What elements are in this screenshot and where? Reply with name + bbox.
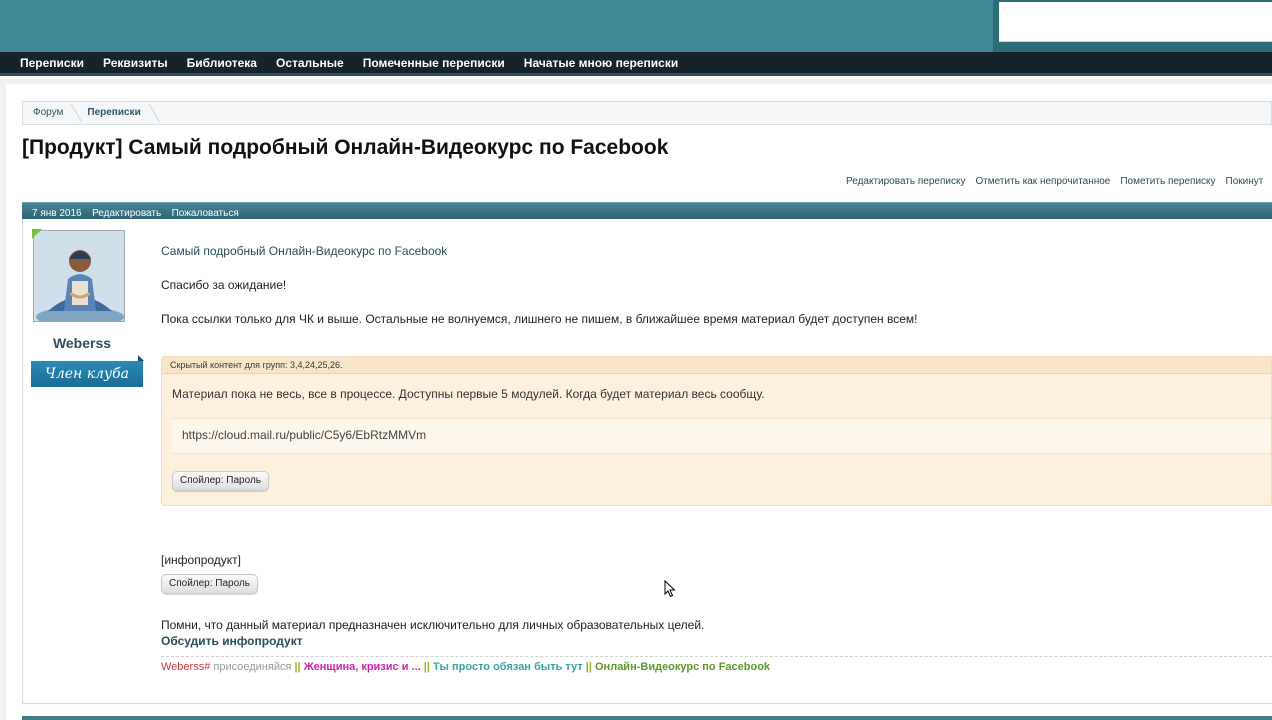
- main-nav: Переписки Реквизиты Библиотека Остальные…: [0, 52, 1272, 76]
- avatar[interactable]: [33, 230, 125, 322]
- header-search-area: [999, 2, 1272, 42]
- online-indicator: [32, 229, 42, 239]
- signature-link-3[interactable]: Онлайн-Видеокурс по Facebook: [595, 661, 770, 673]
- breadcrumb: Форум Переписки: [22, 101, 1272, 125]
- tag-infoproduct: [инфопродукт]: [161, 553, 242, 567]
- nav-item-library[interactable]: Библиотека: [187, 56, 257, 70]
- leave-conversation-link[interactable]: Покинут: [1226, 176, 1264, 187]
- next-post-header: [22, 716, 1272, 720]
- signature-link-1[interactable]: Женщина, кризис и ...: [304, 661, 421, 673]
- nav-item-conversations[interactable]: Переписки: [20, 56, 84, 70]
- signature-link-2[interactable]: Ты просто обязан быть тут: [433, 661, 583, 673]
- post-header: 7 янв 2016 Редактировать Пожаловаться: [22, 202, 1272, 219]
- spoiler-password-button[interactable]: Спойлер: Пароль: [172, 471, 269, 491]
- hidden-content-text: Материал пока не весь, все в процессе. Д…: [172, 387, 765, 401]
- edit-conversation-link[interactable]: Редактировать переписку: [846, 176, 965, 187]
- post-edit-link[interactable]: Редактировать: [92, 208, 161, 219]
- post-author: Weberss Член клуба: [24, 224, 144, 394]
- disclaimer-text: Помни, что данный материал предназначен …: [161, 618, 705, 632]
- signature-separator: ||: [423, 661, 430, 673]
- cloud-link[interactable]: https://cloud.mail.ru/public/C5y6/EbRtzM…: [182, 428, 426, 442]
- post-report-link[interactable]: Пожаловаться: [172, 208, 239, 219]
- discuss-infoproduct-link[interactable]: Обсудить инфопродукт: [161, 634, 303, 648]
- nav-item-requisites[interactable]: Реквизиты: [103, 56, 168, 70]
- mouse-cursor-icon: [664, 580, 676, 598]
- breadcrumb-forum[interactable]: Форум: [23, 102, 77, 124]
- thread-actions: Редактировать переписку Отметить как неп…: [846, 176, 1263, 187]
- post-line-info: Пока ссылки только для ЧК и выше. Осталь…: [161, 312, 918, 326]
- star-conversation-link[interactable]: Пометить переписку: [1120, 176, 1215, 187]
- nav-item-other[interactable]: Остальные: [276, 56, 344, 70]
- post-date[interactable]: 7 янв 2016: [32, 208, 82, 219]
- author-username[interactable]: Weberss: [24, 335, 140, 351]
- header-right-panel: [993, 0, 1272, 52]
- site-banner: [0, 0, 993, 52]
- page-title: [Продукт] Самый подробный Онлайн-Видеоку…: [22, 136, 669, 159]
- hidden-content-header: Скрытый контент для групп: 3,4,24,25,26.: [162, 357, 1271, 374]
- nav-item-started-by-me[interactable]: Начатые мною переписки: [524, 56, 678, 70]
- breadcrumb-conversations[interactable]: Переписки: [77, 102, 154, 124]
- post-title: Самый подробный Онлайн-Видеокурс по Face…: [161, 244, 448, 258]
- post-line-thanks: Спасибо за ожидание!: [161, 278, 287, 292]
- signature-divider: [161, 656, 1272, 657]
- nav-item-starred[interactable]: Помеченные переписки: [363, 56, 505, 70]
- spoiler-password-button-2[interactable]: Спойлер: Пароль: [161, 574, 258, 594]
- mark-unread-link[interactable]: Отметить как непрочитанное: [975, 176, 1110, 187]
- signature: Weberss# присоединяйся || Женщина, кризи…: [161, 661, 770, 673]
- hidden-content-url-row: https://cloud.mail.ru/public/C5y6/EbRtzM…: [172, 418, 1271, 454]
- hidden-content-block: Скрытый контент для групп: 3,4,24,25,26.…: [161, 356, 1272, 506]
- signature-user[interactable]: Weberss#: [161, 661, 210, 673]
- signature-join: присоединяйся: [213, 661, 292, 673]
- signature-separator: ||: [585, 661, 592, 673]
- author-rank-badge: Член клуба: [31, 355, 144, 387]
- signature-separator: ||: [294, 661, 301, 673]
